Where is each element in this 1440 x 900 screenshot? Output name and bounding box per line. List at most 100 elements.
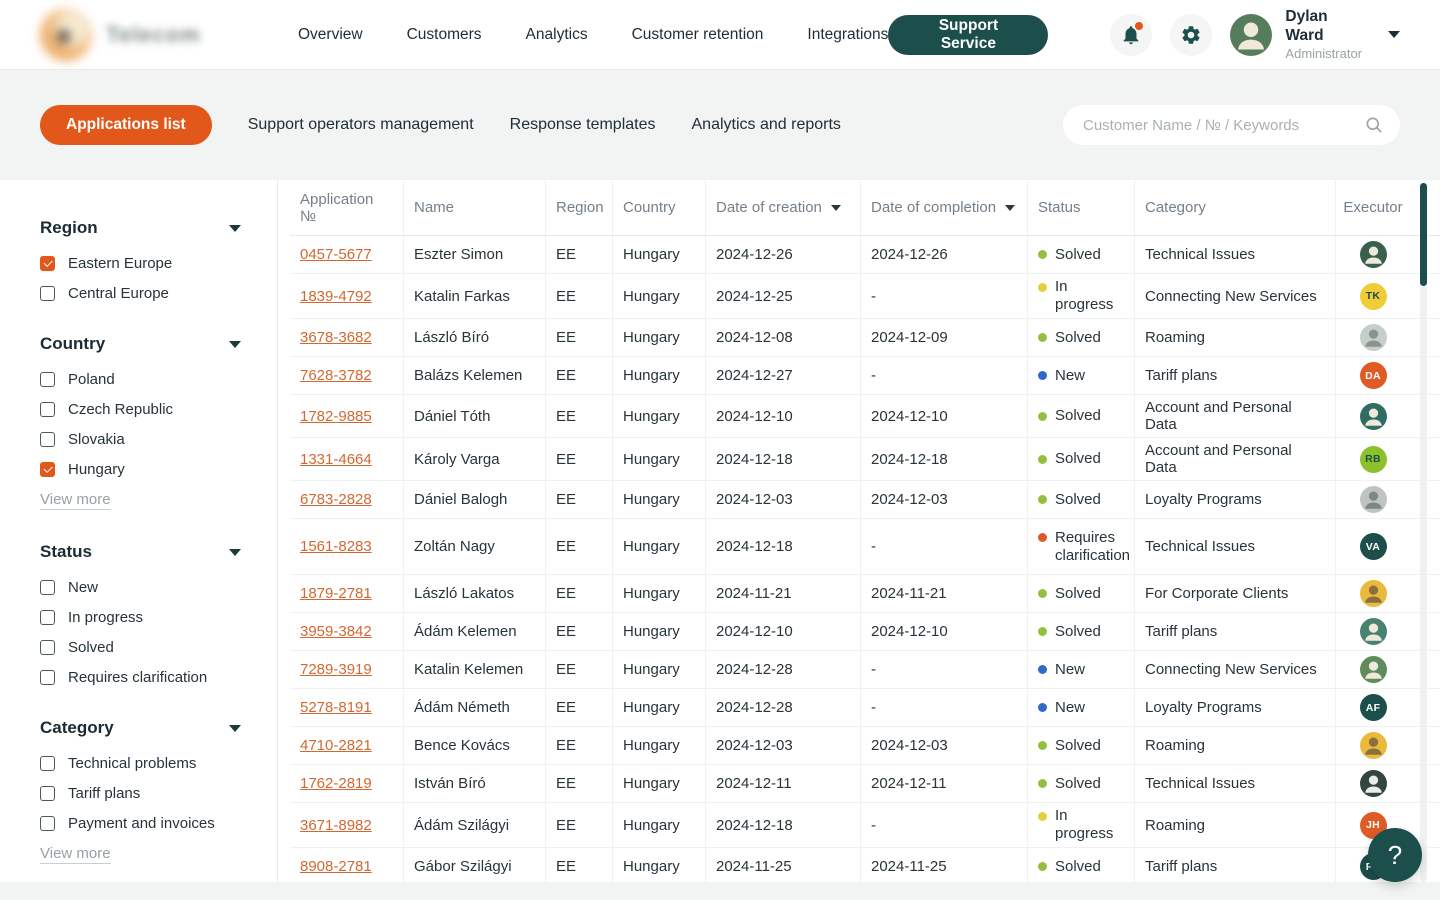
cell-region-text: EE (556, 623, 576, 640)
chevron-down-icon (229, 549, 241, 556)
application-number-link[interactable]: 6783-2828 (300, 491, 372, 508)
checkbox-checked[interactable] (40, 256, 55, 271)
application-number-link[interactable]: 7289-3919 (300, 661, 372, 678)
cell-country-text: Hungary (623, 775, 680, 792)
cell-region: EE (545, 575, 612, 612)
filter-section-header-region[interactable]: Region (40, 218, 241, 238)
support-service-button[interactable]: Support Service (888, 15, 1048, 55)
executor-avatar-photo[interactable] (1360, 732, 1387, 759)
user-menu-chevron-icon[interactable] (1388, 31, 1400, 38)
filter-option-hungary[interactable]: Hungary (40, 461, 241, 478)
application-number-link[interactable]: 3678-3682 (300, 329, 372, 346)
executor-avatar-initials[interactable]: TK (1360, 283, 1387, 310)
filter-option-solved[interactable]: Solved (40, 639, 241, 656)
filter-section-header-status[interactable]: Status (40, 542, 241, 562)
filter-section-header-country[interactable]: Country (40, 334, 241, 354)
search-input[interactable] (1083, 117, 1364, 134)
checkbox-unchecked[interactable] (40, 580, 55, 595)
application-number-link[interactable]: 1762-2819 (300, 775, 372, 792)
application-number-link[interactable]: 0457-5677 (300, 246, 372, 263)
filter-option-technical-problems[interactable]: Technical problems (40, 755, 241, 772)
executor-avatar-photo[interactable] (1360, 403, 1387, 430)
application-number-link[interactable]: 7628-3782 (300, 367, 372, 384)
tab-applications-list[interactable]: Applications list (40, 105, 212, 145)
executor-avatar-photo[interactable] (1360, 580, 1387, 607)
application-number-link[interactable]: 1782-9885 (300, 408, 372, 425)
user-avatar[interactable] (1230, 14, 1272, 56)
cell-name: László Bíró (403, 319, 545, 356)
search-icon[interactable] (1364, 115, 1384, 135)
tab-support-operators-management[interactable]: Support operators management (248, 116, 474, 134)
executor-avatar-photo[interactable] (1360, 618, 1387, 645)
checkbox-unchecked[interactable] (40, 640, 55, 655)
filter-option-label: Poland (68, 371, 115, 388)
filter-option-tariff-plans[interactable]: Tariff plans (40, 785, 241, 802)
gear-icon (1180, 24, 1202, 46)
help-button[interactable]: ? (1368, 828, 1422, 882)
cell-executor: RB (1335, 438, 1410, 480)
nav-item-customer-retention[interactable]: Customer retention (632, 26, 764, 44)
executor-avatar-photo[interactable] (1360, 770, 1387, 797)
filter-option-slovakia[interactable]: Slovakia (40, 431, 241, 448)
filter-option-eastern-europe[interactable]: Eastern Europe (40, 255, 241, 272)
filter-option-poland[interactable]: Poland (40, 371, 241, 388)
sort-descending-icon[interactable] (1005, 205, 1015, 211)
executor-avatar-initials[interactable]: AF (1360, 694, 1387, 721)
nav-item-integrations[interactable]: Integrations (807, 26, 888, 44)
checkbox-unchecked[interactable] (40, 432, 55, 447)
tab-analytics-and-reports[interactable]: Analytics and reports (692, 116, 841, 134)
filter-option-in-progress[interactable]: In progress (40, 609, 241, 626)
application-number-link[interactable]: 4710-2821 (300, 737, 372, 754)
checkbox-unchecked[interactable] (40, 610, 55, 625)
cell-status: Solved (1027, 613, 1134, 650)
notifications-button[interactable] (1110, 14, 1152, 56)
executor-avatar-photo[interactable] (1360, 656, 1387, 683)
executor-avatar-photo[interactable] (1360, 241, 1387, 268)
checkbox-unchecked[interactable] (40, 816, 55, 831)
application-number-link[interactable]: 1561-8283 (300, 538, 372, 555)
filter-option-payment-and-invoices[interactable]: Payment and invoices (40, 815, 241, 832)
executor-avatar-initials[interactable]: DA (1360, 362, 1387, 389)
checkbox-unchecked[interactable] (40, 756, 55, 771)
filter-option-central-europe[interactable]: Central Europe (40, 285, 241, 302)
checkbox-unchecked[interactable] (40, 670, 55, 685)
executor-avatar-initials[interactable]: RB (1360, 446, 1387, 473)
executor-avatar-initials[interactable]: VA (1360, 533, 1387, 560)
checkbox-unchecked[interactable] (40, 372, 55, 387)
cell-country: Hungary (612, 519, 705, 574)
tab-response-templates[interactable]: Response templates (510, 116, 656, 134)
app-logo[interactable]: Telecom (40, 9, 258, 61)
application-number-link[interactable]: 1331-4664 (300, 451, 372, 468)
application-number-link[interactable]: 8908-2781 (300, 858, 372, 875)
scrollbar-track[interactable] (1420, 182, 1427, 882)
filter-option-new[interactable]: New (40, 579, 241, 596)
sort-descending-icon[interactable] (831, 205, 841, 211)
scrollbar-thumb[interactable] (1420, 183, 1427, 286)
application-number-link[interactable]: 1839-4792 (300, 288, 372, 305)
filter-option-czech-republic[interactable]: Czech Republic (40, 401, 241, 418)
application-number-link[interactable]: 1879-2781 (300, 585, 372, 602)
filter-option-requires-clarification[interactable]: Requires clarification (40, 669, 241, 686)
settings-button[interactable] (1170, 14, 1212, 56)
filter-section-header-category[interactable]: Category (40, 718, 241, 738)
cell-country: Hungary (612, 395, 705, 437)
checkbox-unchecked[interactable] (40, 402, 55, 417)
column-header-date-of-completion[interactable]: Date of completion (860, 180, 1027, 235)
nav-item-analytics[interactable]: Analytics (526, 26, 588, 44)
checkbox-checked[interactable] (40, 462, 55, 477)
cell-date-of-creation-text: 2024-12-28 (716, 661, 793, 678)
search-box[interactable] (1063, 105, 1400, 145)
nav-item-customers[interactable]: Customers (407, 26, 482, 44)
executor-avatar-photo[interactable] (1360, 486, 1387, 513)
view-more-link[interactable]: View more (40, 491, 111, 510)
executor-avatar-photo[interactable] (1360, 324, 1387, 351)
application-number-link[interactable]: 5278-8191 (300, 699, 372, 716)
checkbox-unchecked[interactable] (40, 786, 55, 801)
column-header-date-of-creation[interactable]: Date of creation (705, 180, 860, 235)
application-number-link[interactable]: 3959-3842 (300, 623, 372, 640)
application-number-link[interactable]: 3671-8982 (300, 817, 372, 834)
cell-date-of-completion: 2024-12-03 (860, 727, 1027, 764)
checkbox-unchecked[interactable] (40, 286, 55, 301)
nav-item-overview[interactable]: Overview (298, 26, 363, 44)
view-more-link[interactable]: View more (40, 845, 111, 864)
